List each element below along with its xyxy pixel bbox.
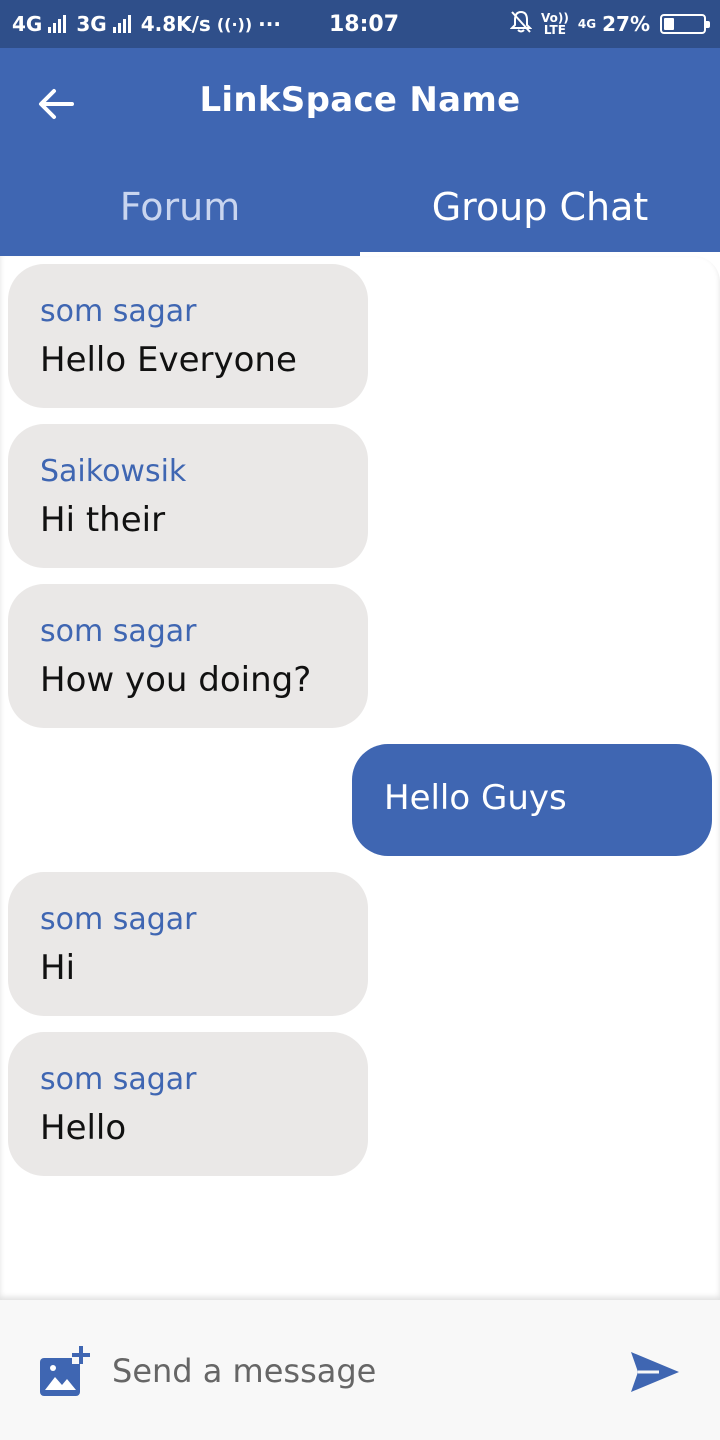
message-text: Hi their [40, 500, 166, 540]
message-text: How you doing? [40, 660, 312, 700]
notifications-off-icon [509, 10, 533, 39]
battery-percent: 27% [602, 12, 650, 36]
hotspot-icon: ((·)) [216, 14, 253, 34]
app-screen: 4G 3G 4.8K/s ((·)) ··· 18:07 Vo)) LTE 4G… [0, 0, 720, 1440]
message-sender: Saikowsik [40, 454, 187, 489]
clock: 18:07 [329, 11, 400, 37]
message-text: Hi [40, 948, 76, 988]
send-button[interactable] [620, 1342, 690, 1402]
message-sender: som sagar [40, 614, 197, 649]
message-bubble-own[interactable]: Hello Guys [352, 744, 712, 856]
message-bubble[interactable]: Saikowsik Hi their [8, 424, 368, 568]
add-photo-icon [40, 1346, 90, 1396]
send-icon [631, 1352, 679, 1392]
message-sender: som sagar [40, 1062, 197, 1097]
app-bar: LinkSpace Name Forum Group Chat [0, 48, 720, 256]
tab-forum[interactable]: Forum [0, 158, 360, 256]
message-bubble[interactable]: som sagar Hello Everyone [8, 264, 368, 408]
message-bubble[interactable]: som sagar Hello [8, 1032, 368, 1176]
network-type-3: 4G [577, 17, 597, 31]
status-bar: 4G 3G 4.8K/s ((·)) ··· 18:07 Vo)) LTE 4G… [0, 0, 720, 48]
message-text: Hello [40, 1108, 127, 1148]
tab-bar: Forum Group Chat [0, 158, 720, 256]
network-type-2: 3G [76, 12, 107, 36]
chat-message-list[interactable]: som sagar Hello Everyone Saikowsik Hi th… [0, 256, 720, 1300]
add-image-button[interactable] [36, 1344, 92, 1400]
signal-icon [48, 15, 67, 33]
message-bubble[interactable]: som sagar Hi [8, 872, 368, 1016]
page-title: LinkSpace Name [199, 80, 521, 120]
network-type-1: 4G [12, 12, 43, 36]
tab-group-chat[interactable]: Group Chat [360, 158, 720, 256]
network-speed: 4.8K/s [140, 12, 211, 36]
message-sender: som sagar [40, 902, 197, 937]
message-input[interactable] [112, 1344, 592, 1398]
battery-icon [660, 14, 710, 34]
signal-icon-2 [112, 15, 131, 33]
message-composer [0, 1300, 720, 1440]
message-text: Hello Guys [384, 778, 567, 818]
message-bubble[interactable]: som sagar How you doing? [8, 584, 368, 728]
more-dots: ··· [258, 12, 281, 36]
volte-indicator: Vo)) LTE [541, 11, 569, 37]
message-sender: som sagar [40, 294, 197, 329]
message-text: Hello Everyone [40, 340, 297, 380]
